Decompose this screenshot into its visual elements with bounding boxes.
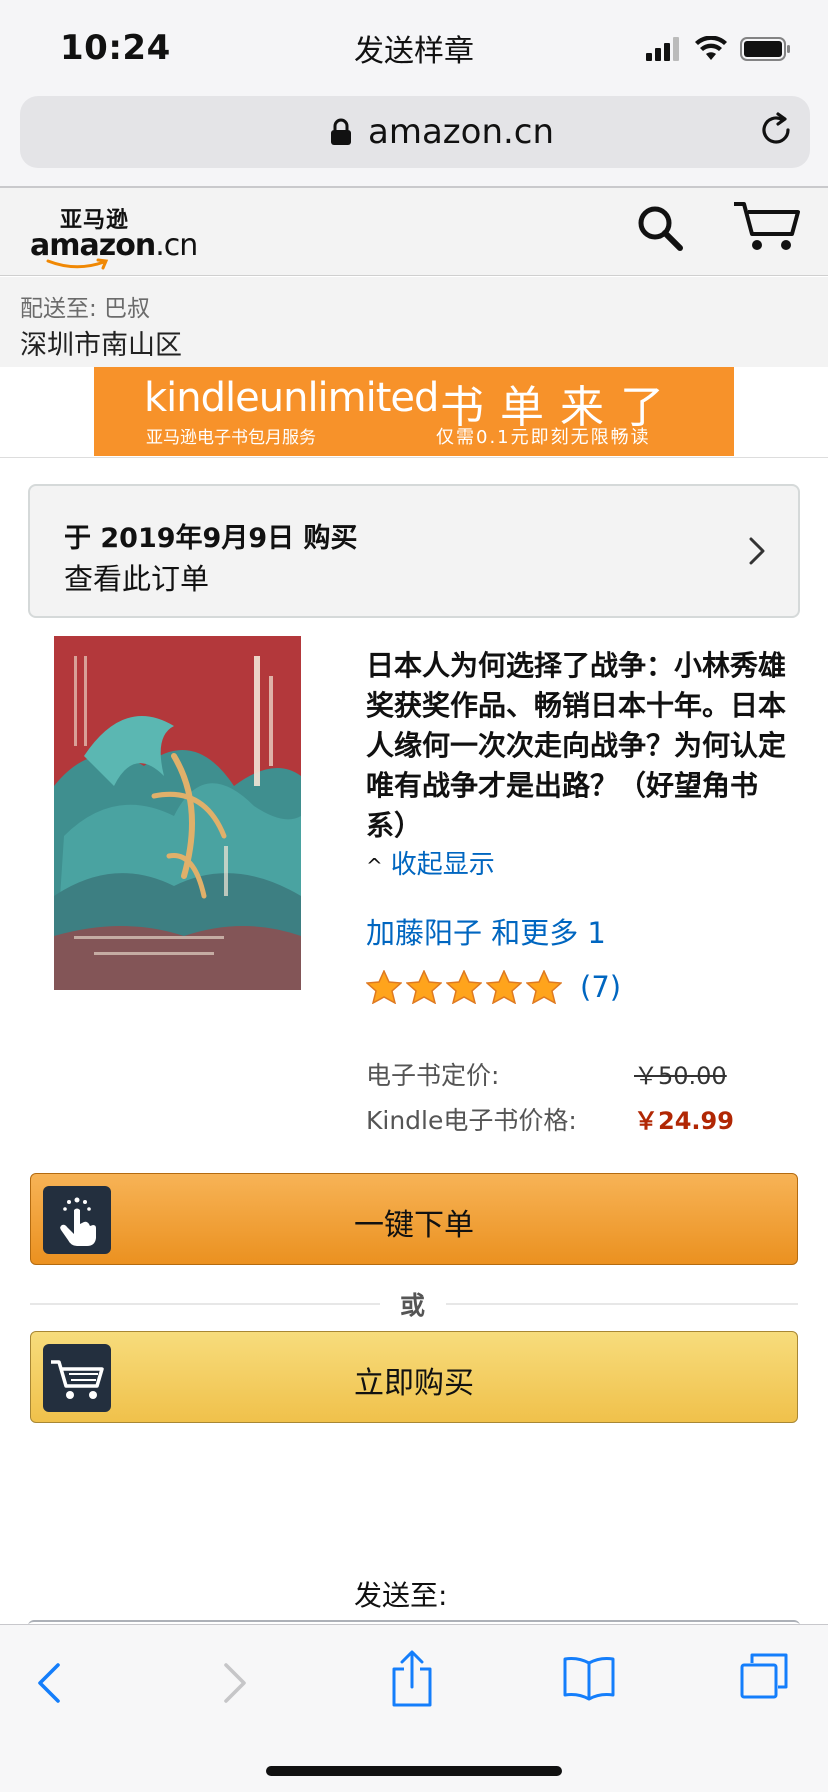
send-sample-label: 发送样章 (354, 34, 474, 69)
banner-brand-sub: 亚马逊电子书包月服务 (146, 428, 316, 448)
back-icon[interactable] (36, 1661, 62, 1705)
star-icon (526, 970, 562, 1004)
star-icon (446, 970, 482, 1004)
divider-line-right (446, 1303, 798, 1305)
caret-up-icon: ^ (366, 854, 383, 878)
search-icon[interactable] (636, 204, 684, 252)
view-order-link: 查看此订单 (64, 562, 210, 596)
one-click-buy-button[interactable]: 一键下单 (30, 1173, 798, 1265)
list-price-value: ￥50.00 (634, 1062, 727, 1090)
collapse-toggle[interactable]: ^ 收起显示 (366, 844, 495, 881)
banner-brand: kindleunlimited (144, 375, 439, 421)
collapse-label: 收起显示 (390, 850, 495, 880)
amazon-logo[interactable]: 亚马逊 amazon.cn (28, 202, 198, 270)
url-text: amazon.cn (368, 112, 555, 152)
kindle-unlimited-banner[interactable]: kindleunlimited 亚马逊电子书包月服务 书单来了 仅需0.1元即刻… (94, 367, 734, 456)
forward-icon[interactable] (222, 1661, 248, 1705)
reload-icon[interactable] (758, 112, 794, 148)
address-bar[interactable]: amazon.cn (20, 96, 810, 168)
buy-now-button[interactable]: 立即购买 (30, 1331, 798, 1423)
buy-now-label: 立即购买 (354, 1366, 474, 1401)
bookmarks-icon[interactable] (562, 1655, 616, 1701)
order-card[interactable]: 于 2019年9月9日 购买 查看此订单 (28, 484, 800, 618)
star-icon (406, 970, 442, 1004)
delivery-area: 深圳市南山区 (20, 330, 182, 361)
author-link[interactable]: 加藤阳子 和更多 1 (366, 910, 606, 952)
chevron-right-icon (749, 537, 765, 565)
lock-icon (331, 118, 351, 145)
tabs-icon[interactable] (738, 1651, 790, 1701)
cart-icon[interactable] (732, 200, 800, 252)
book-cover-art (54, 636, 301, 990)
amazon-header: 亚马逊 amazon.cn (0, 188, 828, 276)
order-date: 于 2019年9月9日 购买 (64, 523, 358, 554)
divider-line-left (30, 1303, 380, 1305)
delivery-label: 配送至: 巴叔 (20, 296, 151, 322)
banner-strip: kindleunlimited 亚马逊电子书包月服务 书单来了 仅需0.1元即刻… (0, 367, 828, 458)
home-indicator (266, 1766, 562, 1776)
one-click-label: 一键下单 (354, 1208, 474, 1243)
or-text: 或 (400, 1291, 426, 1320)
or-divider: 或 (30, 1286, 798, 1322)
amazon-smile-icon (46, 258, 109, 270)
star-rating[interactable]: (7) (366, 970, 621, 1004)
list-price-label: 电子书定价: (366, 1061, 500, 1090)
banner-subline: 仅需0.1元即刻无限畅读 (436, 427, 651, 448)
kindle-price-label: Kindle电子书价格: (366, 1106, 577, 1135)
browser-address-area: amazon.cn (0, 96, 828, 188)
star-icon (486, 970, 522, 1004)
book-title: 日本人为何选择了战争：小林秀雄奖获奖作品、畅销日本十年。日本人缘何一次次走向战争… (366, 649, 787, 842)
book-cover-image[interactable] (54, 636, 301, 990)
star-icon (366, 970, 402, 1004)
delivery-location[interactable]: 配送至: 巴叔 深圳市南山区 (0, 277, 828, 367)
share-icon[interactable] (390, 1649, 434, 1709)
send-to-label: 发送至: (354, 1579, 448, 1612)
rating-count[interactable]: (7) (580, 970, 621, 1004)
kindle-price-value: ￥24.99 (634, 1107, 734, 1135)
